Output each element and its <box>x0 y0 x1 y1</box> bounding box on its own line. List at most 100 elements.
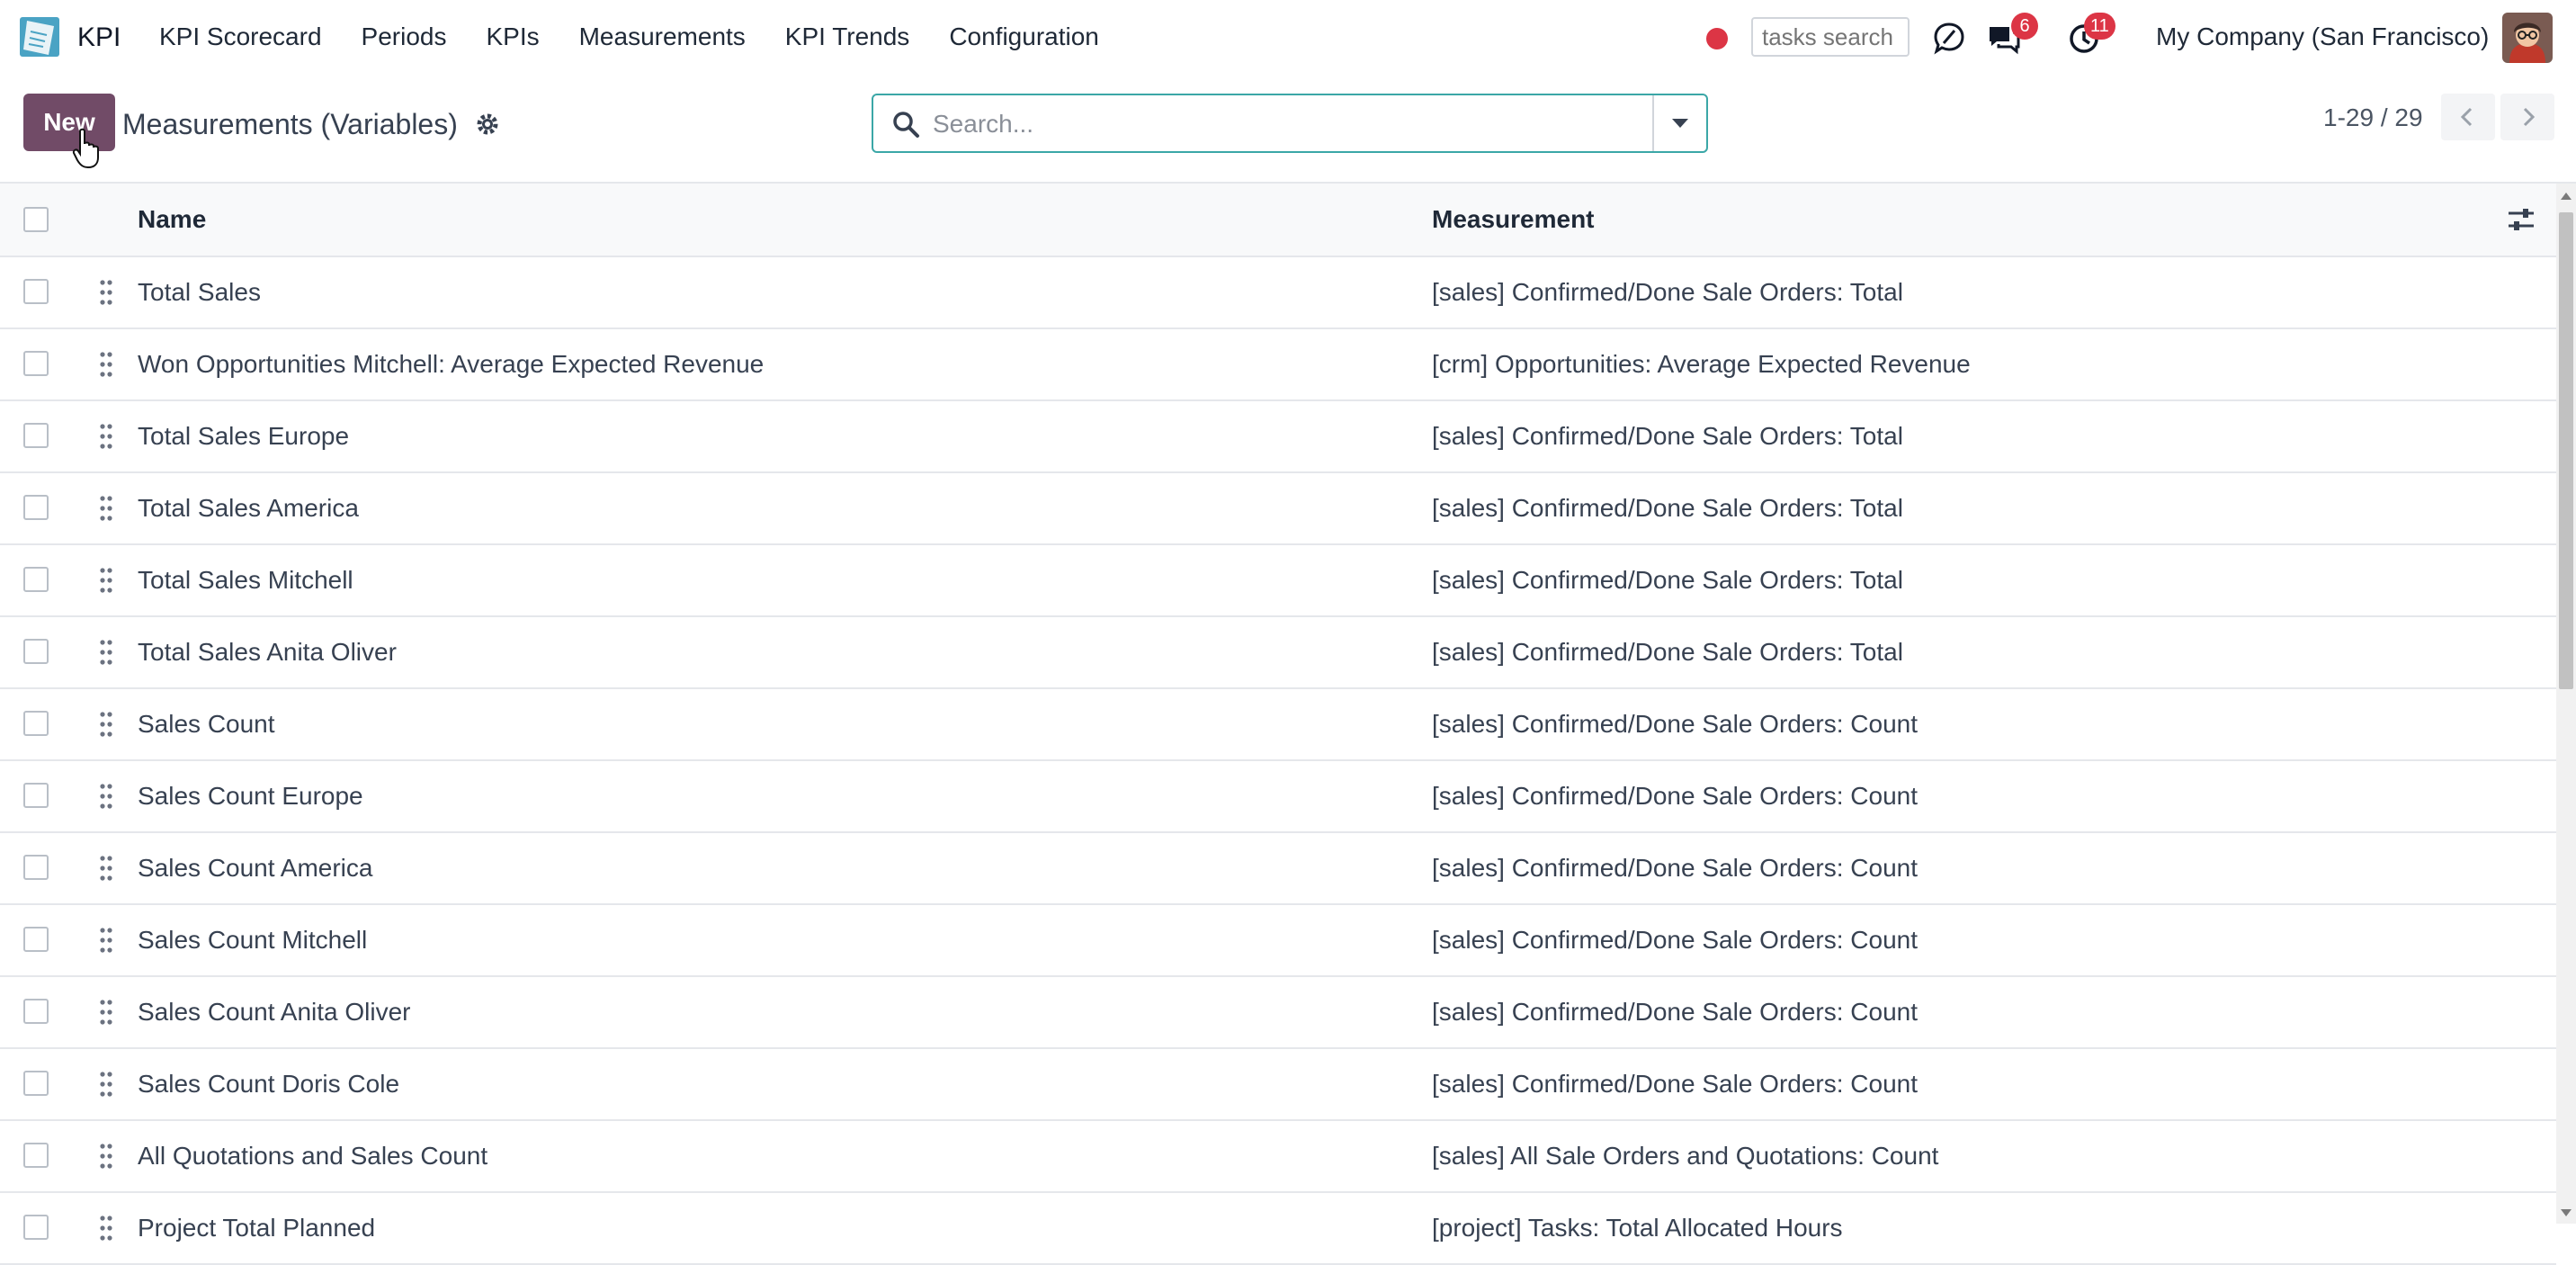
drag-handle-icon[interactable] <box>99 639 113 666</box>
table-row[interactable]: Total Sales Europe [sales] Confirmed/Done… <box>0 401 2556 473</box>
row-checkbox[interactable] <box>23 1215 49 1240</box>
row-checkbox[interactable] <box>23 1071 49 1096</box>
drag-handle-icon[interactable] <box>99 927 113 954</box>
cell-name: Sales Count Europe <box>138 782 363 810</box>
row-checkbox[interactable] <box>23 711 49 736</box>
scroll-down-arrow-icon[interactable] <box>2561 1209 2572 1216</box>
cell-measurement: [sales] Confirmed/Done Sale Orders: Coun… <box>1432 710 1919 738</box>
row-checkbox[interactable] <box>23 927 49 952</box>
table-row[interactable]: Total Sales [sales] Confirmed/Done Sale O… <box>0 257 2556 329</box>
cell-measurement: [sales] Confirmed/Done Sale Orders: Coun… <box>1432 1070 1919 1098</box>
table-row[interactable]: Sales Count Doris Cole [sales] Confirmed/… <box>0 1049 2556 1121</box>
row-checkbox[interactable] <box>23 423 49 448</box>
drag-handle-icon[interactable] <box>99 351 113 378</box>
cell-measurement: [sales] Confirmed/Done Sale Orders: Tota… <box>1432 278 1903 306</box>
tasks-search-input[interactable] <box>1751 17 1910 57</box>
cell-measurement: [sales] Confirmed/Done Sale Orders: Tota… <box>1432 494 1903 522</box>
cell-name: Sales Count Anita Oliver <box>138 998 411 1026</box>
caret-down-icon <box>1672 119 1688 128</box>
drag-handle-icon[interactable] <box>99 279 113 306</box>
table-row[interactable]: Total Sales Anita Oliver [sales] Confirme… <box>0 617 2556 689</box>
table-row[interactable]: Sales Count Mitchell [sales] Confirmed/Do… <box>0 905 2556 977</box>
top-navbar: KPI KPI Scorecard Periods KPIs Measureme… <box>0 0 2576 77</box>
drag-handle-icon[interactable] <box>99 855 113 882</box>
cell-name: Project Total Planned <box>138 1214 376 1242</box>
cell-measurement: [sales] Confirmed/Done Sale Orders: Tota… <box>1432 422 1903 450</box>
optional-columns-icon[interactable] <box>2506 205 2536 234</box>
scroll-up-arrow-icon[interactable] <box>2561 193 2572 200</box>
search-options-toggle[interactable] <box>1652 95 1706 151</box>
row-checkbox[interactable] <box>23 855 49 880</box>
table-row[interactable]: Total Sales Mitchell [sales] Confirmed/Do… <box>0 545 2556 617</box>
pager-next-button[interactable] <box>2500 94 2554 140</box>
company-switcher[interactable]: My Company (San Francisco) <box>2156 22 2489 51</box>
drag-handle-icon[interactable] <box>99 1215 113 1242</box>
menu-kpi-scorecard[interactable]: KPI Scorecard <box>159 22 322 51</box>
row-checkbox[interactable] <box>23 495 49 520</box>
row-checkbox[interactable] <box>23 783 49 808</box>
cell-name: Total Sales Mitchell <box>138 566 353 594</box>
menu-kpi-trends[interactable]: KPI Trends <box>785 22 910 51</box>
vertical-scrollbar[interactable] <box>2556 184 2576 1224</box>
app-name[interactable]: KPI <box>77 22 121 53</box>
chat-bubble-icon[interactable] <box>1931 20 1967 56</box>
drag-handle-icon[interactable] <box>99 1143 113 1170</box>
cell-measurement: [project] Tasks: Total Allocated Hours <box>1432 1214 1843 1242</box>
drag-handle-icon[interactable] <box>99 783 113 810</box>
row-checkbox[interactable] <box>23 999 49 1024</box>
scrollbar-thumb[interactable] <box>2559 212 2573 689</box>
user-avatar[interactable] <box>2502 13 2553 63</box>
chevron-right-icon <box>2523 107 2536 127</box>
cell-name: Total Sales Europe <box>138 422 350 450</box>
cell-name: Total Sales <box>138 278 261 306</box>
row-checkbox[interactable] <box>23 639 49 664</box>
table-row[interactable]: Total Sales America [sales] Confirmed/Don… <box>0 473 2556 545</box>
cell-measurement: [sales] Confirmed/Done Sale Orders: Tota… <box>1432 638 1903 666</box>
table-row[interactable]: Sales Count Europe [sales] Confirmed/Done… <box>0 761 2556 833</box>
row-checkbox[interactable] <box>23 351 49 376</box>
pager-value[interactable]: 1-29 / 29 <box>2323 103 2423 132</box>
row-checkbox[interactable] <box>23 567 49 592</box>
menu-measurements[interactable]: Measurements <box>579 22 746 51</box>
table-row[interactable]: Sales Count [sales] Confirmed/Done Sale O… <box>0 689 2556 761</box>
drag-handle-icon[interactable] <box>99 567 113 594</box>
cell-measurement: [sales] Confirmed/Done Sale Orders: Coun… <box>1432 926 1919 954</box>
pager-previous-button[interactable] <box>2441 94 2495 140</box>
menu-periods[interactable]: Periods <box>362 22 447 51</box>
menu-configuration[interactable]: Configuration <box>949 22 1099 51</box>
table-row[interactable]: All Quotations and Sales Count [sales] Al… <box>0 1121 2556 1193</box>
row-checkbox[interactable] <box>23 279 49 304</box>
cell-measurement: [crm] Opportunities: Average Expected Re… <box>1432 350 1971 378</box>
page-title: Measurements (Variables) <box>122 108 458 140</box>
drag-handle-icon[interactable] <box>99 1071 113 1098</box>
drag-handle-icon[interactable] <box>99 711 113 738</box>
drag-handle-icon[interactable] <box>99 999 113 1026</box>
table-row[interactable]: Sales Count America [sales] Confirmed/Don… <box>0 833 2556 905</box>
cell-name: Total Sales America <box>138 494 359 522</box>
kpi-app-icon[interactable] <box>18 13 65 60</box>
drag-handle-icon[interactable] <box>99 423 113 450</box>
list-body: Total Sales [sales] Confirmed/Done Sale O… <box>0 257 2556 1265</box>
hand-cursor-icon <box>72 128 99 169</box>
search-icon <box>893 112 919 138</box>
activities-badge: 11 <box>2084 13 2115 40</box>
column-header-name[interactable]: Name <box>138 205 206 234</box>
table-row[interactable]: Project Total Planned [project] Tasks: To… <box>0 1193 2556 1265</box>
search-input[interactable] <box>931 104 1618 144</box>
table-row[interactable]: Sales Count Anita Oliver [sales] Confirme… <box>0 977 2556 1049</box>
table-row[interactable]: Won Opportunities Mitchell: Average Expe… <box>0 329 2556 401</box>
row-checkbox[interactable] <box>23 1143 49 1168</box>
column-header-measurement[interactable]: Measurement <box>1432 205 1595 234</box>
cell-name: Sales Count America <box>138 854 373 882</box>
cell-measurement: [sales] Confirmed/Done Sale Orders: Tota… <box>1432 566 1903 594</box>
select-all-checkbox[interactable] <box>23 207 49 232</box>
drag-handle-icon[interactable] <box>99 495 113 522</box>
control-panel: New Measurements (Variables) 1-29 / 29 <box>0 77 2576 184</box>
gear-icon[interactable] <box>475 112 500 137</box>
cell-name: All Quotations and Sales Count <box>138 1142 488 1170</box>
recording-dot-icon[interactable] <box>1706 28 1728 49</box>
main-menu: KPI Scorecard Periods KPIs Measurements … <box>159 22 1139 51</box>
menu-kpis[interactable]: KPIs <box>486 22 539 51</box>
cell-measurement: [sales] All Sale Orders and Quotations: … <box>1432 1142 1939 1170</box>
cell-name: Sales Count <box>138 710 275 738</box>
